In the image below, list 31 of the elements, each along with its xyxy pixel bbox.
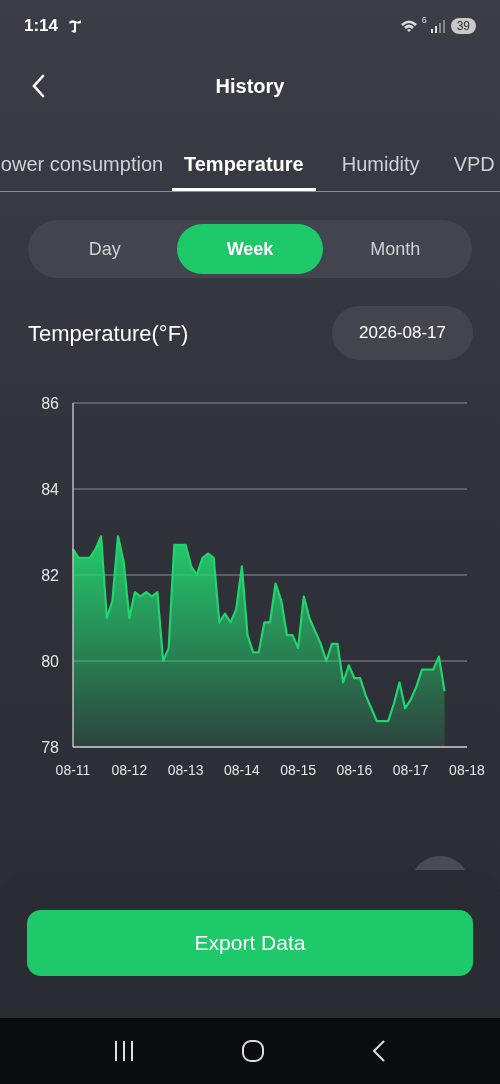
signal-icon — [430, 19, 445, 33]
tab[interactable]: Humidity — [315, 139, 446, 191]
y-axis-label: 78 — [41, 739, 59, 756]
wifi-icon — [399, 19, 418, 33]
x-axis-label: 08-16 — [336, 762, 373, 778]
x-axis-label: 08-18 — [449, 762, 485, 778]
recent-apps-icon[interactable] — [113, 1040, 135, 1062]
y-axis-label: 84 — [41, 481, 59, 498]
x-axis-label: 08-17 — [392, 762, 429, 778]
tab[interactable]: ower consumption — [0, 139, 172, 191]
news-app-icon — [68, 18, 83, 34]
home-icon[interactable] — [241, 1039, 265, 1063]
y-axis-label: 86 — [41, 395, 59, 412]
status-time: 1:14 — [24, 15, 59, 38]
tab[interactable]: Temperature — [172, 139, 316, 191]
x-axis-label: 08-15 — [280, 762, 317, 778]
chart-title: Temperature(°F) — [28, 319, 189, 348]
x-axis-label: 08-11 — [55, 762, 91, 778]
x-axis-label: 08-14 — [223, 762, 260, 778]
x-axis-label: 08-13 — [167, 762, 204, 778]
back-icon[interactable] — [371, 1039, 387, 1063]
page-title: History — [215, 74, 285, 99]
tab[interactable]: VPD — [445, 139, 500, 191]
y-axis-label: 80 — [41, 653, 59, 670]
battery-indicator: 39 — [450, 18, 476, 34]
y-axis-label: 82 — [41, 567, 59, 584]
period-option[interactable]: Month — [322, 224, 468, 274]
wifi-generation-label: 6 — [421, 14, 427, 28]
period-option[interactable]: Day — [32, 224, 178, 274]
date-picker-button[interactable]: 2026-08-17 — [332, 306, 473, 360]
x-axis-label: 08-12 — [111, 762, 148, 778]
